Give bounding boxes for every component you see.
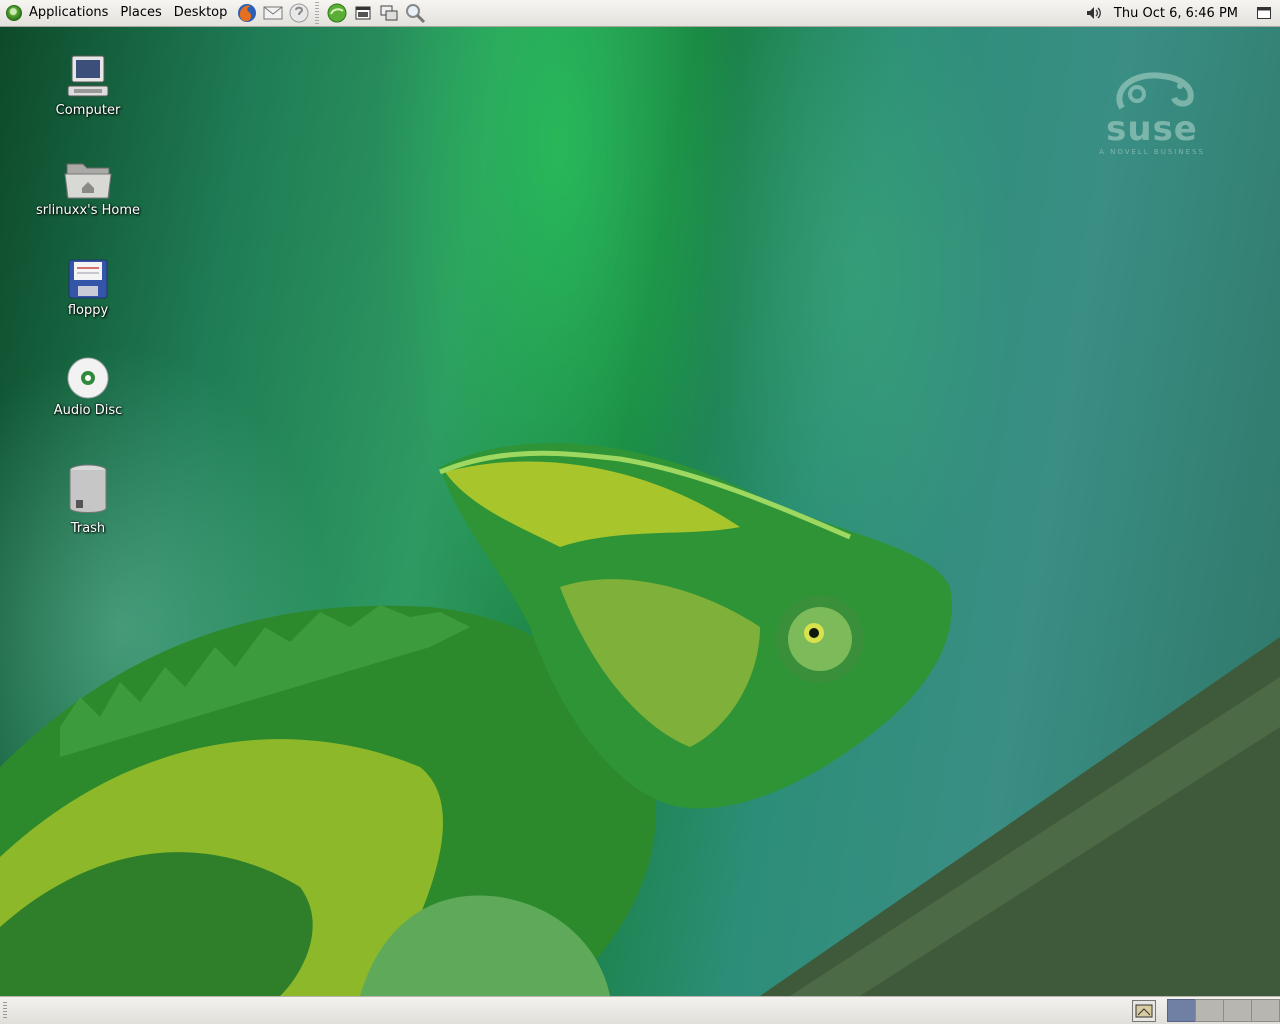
desktop-icon-floppy[interactable]: floppy — [18, 248, 158, 318]
desktop-icon-trash[interactable]: Trash — [18, 458, 158, 536]
terminal-icon — [355, 6, 371, 20]
desktop-icon-label: Trash — [70, 521, 106, 536]
desktop-icon-computer[interactable]: Computer — [18, 48, 158, 118]
panel-drag-handle[interactable] — [3, 1002, 7, 1020]
window-list-icon — [1257, 7, 1271, 19]
workspace-4[interactable] — [1251, 999, 1280, 1022]
gecko-icon — [6, 5, 22, 21]
workspace-switcher — [1167, 999, 1280, 1022]
desktop-icon-label: floppy — [67, 303, 109, 318]
mail-launcher[interactable] — [261, 1, 285, 25]
workspace-2[interactable] — [1195, 999, 1224, 1022]
home-folder-icon — [64, 163, 112, 199]
speaker-icon — [1086, 7, 1101, 19]
volume-control[interactable] — [1082, 1, 1106, 25]
suse-wordmark: suse — [1106, 109, 1198, 149]
clock[interactable]: Thu Oct 6, 6:46 PM — [1114, 6, 1238, 21]
desktop-icon-label: srlinuxx's Home — [35, 203, 141, 218]
desktop-icon-audio-disc[interactable]: Audio Disc — [18, 348, 158, 418]
floppy-icon — [68, 259, 108, 299]
window-list-button[interactable] — [1252, 1, 1276, 25]
gecko-icon — [327, 3, 347, 23]
desktop-icon-label: Computer — [55, 103, 121, 118]
terminal-launcher[interactable] — [351, 1, 375, 25]
desktop-menu[interactable]: Desktop — [168, 0, 234, 26]
desktop-icon-home[interactable]: srlinuxx's Home — [18, 148, 158, 218]
show-desktop-button[interactable] — [1132, 1000, 1156, 1022]
bottom-panel — [0, 996, 1280, 1024]
computer-icon — [67, 55, 109, 97]
window-icon — [380, 5, 398, 21]
window-launcher[interactable] — [377, 1, 401, 25]
suse-tagline: A NOVELL BUSINESS — [1099, 148, 1205, 156]
desktop-icon-label: Audio Disc — [53, 403, 123, 418]
search-launcher[interactable] — [403, 1, 427, 25]
mail-icon — [263, 6, 283, 20]
chameleon-logo-icon — [1116, 72, 1194, 110]
chameleon-illustration — [0, 443, 1280, 996]
suse-logo: suse A NOVELL BUSINESS — [1092, 70, 1212, 156]
firefox-icon — [238, 4, 257, 22]
cd-icon — [67, 357, 109, 399]
search-icon — [406, 4, 426, 24]
panel-separator — [315, 2, 320, 24]
trash-icon — [69, 464, 107, 513]
places-menu[interactable]: Places — [114, 0, 167, 26]
top-panel: Applications Places Desktop Thu Oct 6, 6… — [0, 0, 1280, 27]
help-launcher[interactable] — [287, 1, 311, 25]
workspace-1[interactable] — [1167, 999, 1196, 1022]
desktop-wallpaper — [0, 27, 1280, 996]
applications-menu[interactable]: Applications — [0, 0, 114, 26]
yast-launcher[interactable] — [325, 1, 349, 25]
firefox-launcher[interactable] — [235, 1, 259, 25]
help-icon — [289, 3, 309, 23]
workspace-3[interactable] — [1223, 999, 1252, 1022]
show-desktop-icon — [1135, 1004, 1153, 1018]
applications-label: Applications — [29, 5, 109, 20]
